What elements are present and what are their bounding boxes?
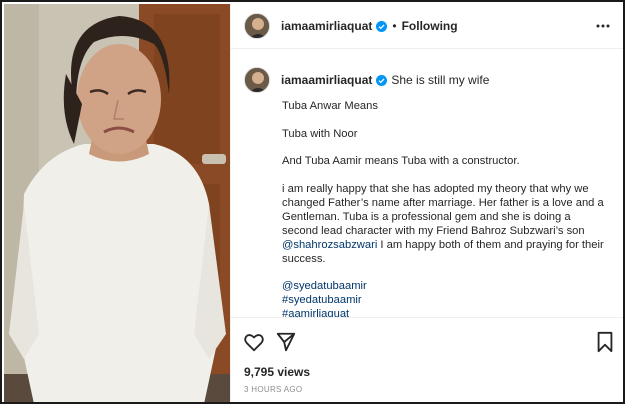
caption-section: iamaamirliaquat She is still my wife Tub… [231,49,623,317]
heart-icon[interactable] [243,331,265,353]
caption-paragraph: Tuba with Noor [282,127,358,140]
caption-paragraph-text: i am really happy that she has adopted m… [282,182,604,237]
post-photo-illustration [4,4,230,402]
caption-paragraph: And Tuba Aamir means Tuba with a constru… [282,155,520,167]
share-icon[interactable] [275,331,297,353]
more-options-icon[interactable] [595,19,611,33]
instagram-post-window: iamaamirliaquat • Following iamaamirliaq… [0,0,625,404]
post-actions: 9,795 views 3 HOURS AGO [231,317,623,402]
post-timestamp[interactable]: 3 HOURS AGO [244,385,302,394]
following-button[interactable]: Following [402,19,458,33]
bookmark-icon[interactable] [594,331,616,353]
caption-paragraph: Tuba Anwar Means [282,100,378,112]
caption-username-link[interactable]: iamaamirliaquat [281,73,372,87]
caption-avatar-image [245,68,269,92]
caption-body: Tuba Anwar Means Tuba with Noor And Tuba… [282,99,606,317]
hashtag-link[interactable]: #aamirliaquat [282,307,606,317]
avatar-image [245,14,269,38]
caption-first-line: She is still my wife [391,73,490,87]
post-header: iamaamirliaquat • Following [231,4,623,49]
header-username-link[interactable]: iamaamirliaquat [281,19,372,33]
view-count[interactable]: 9,795 views [244,365,310,379]
mention-link[interactable]: @syedatubaamir [282,279,606,293]
mention-link[interactable]: @shahrozsabzwari [282,239,377,251]
caption-author-row: iamaamirliaquat She is still my wife [244,67,606,93]
post-photo[interactable] [4,4,230,402]
post-details-panel: iamaamirliaquat • Following iamaamirliaq… [230,4,623,402]
caption-paragraph-long: i am really happy that she has adopted m… [282,182,606,266]
hashtag-link[interactable]: #syedatubaamir [282,293,606,307]
verified-badge-icon [376,74,388,86]
hashtag-list: @syedatubaamir #syedatubaamir #aamirliaq… [282,279,606,317]
caption-avatar[interactable] [244,67,270,93]
avatar[interactable] [244,13,270,39]
verified-badge-icon [376,20,388,32]
header-separator: • [392,19,397,33]
